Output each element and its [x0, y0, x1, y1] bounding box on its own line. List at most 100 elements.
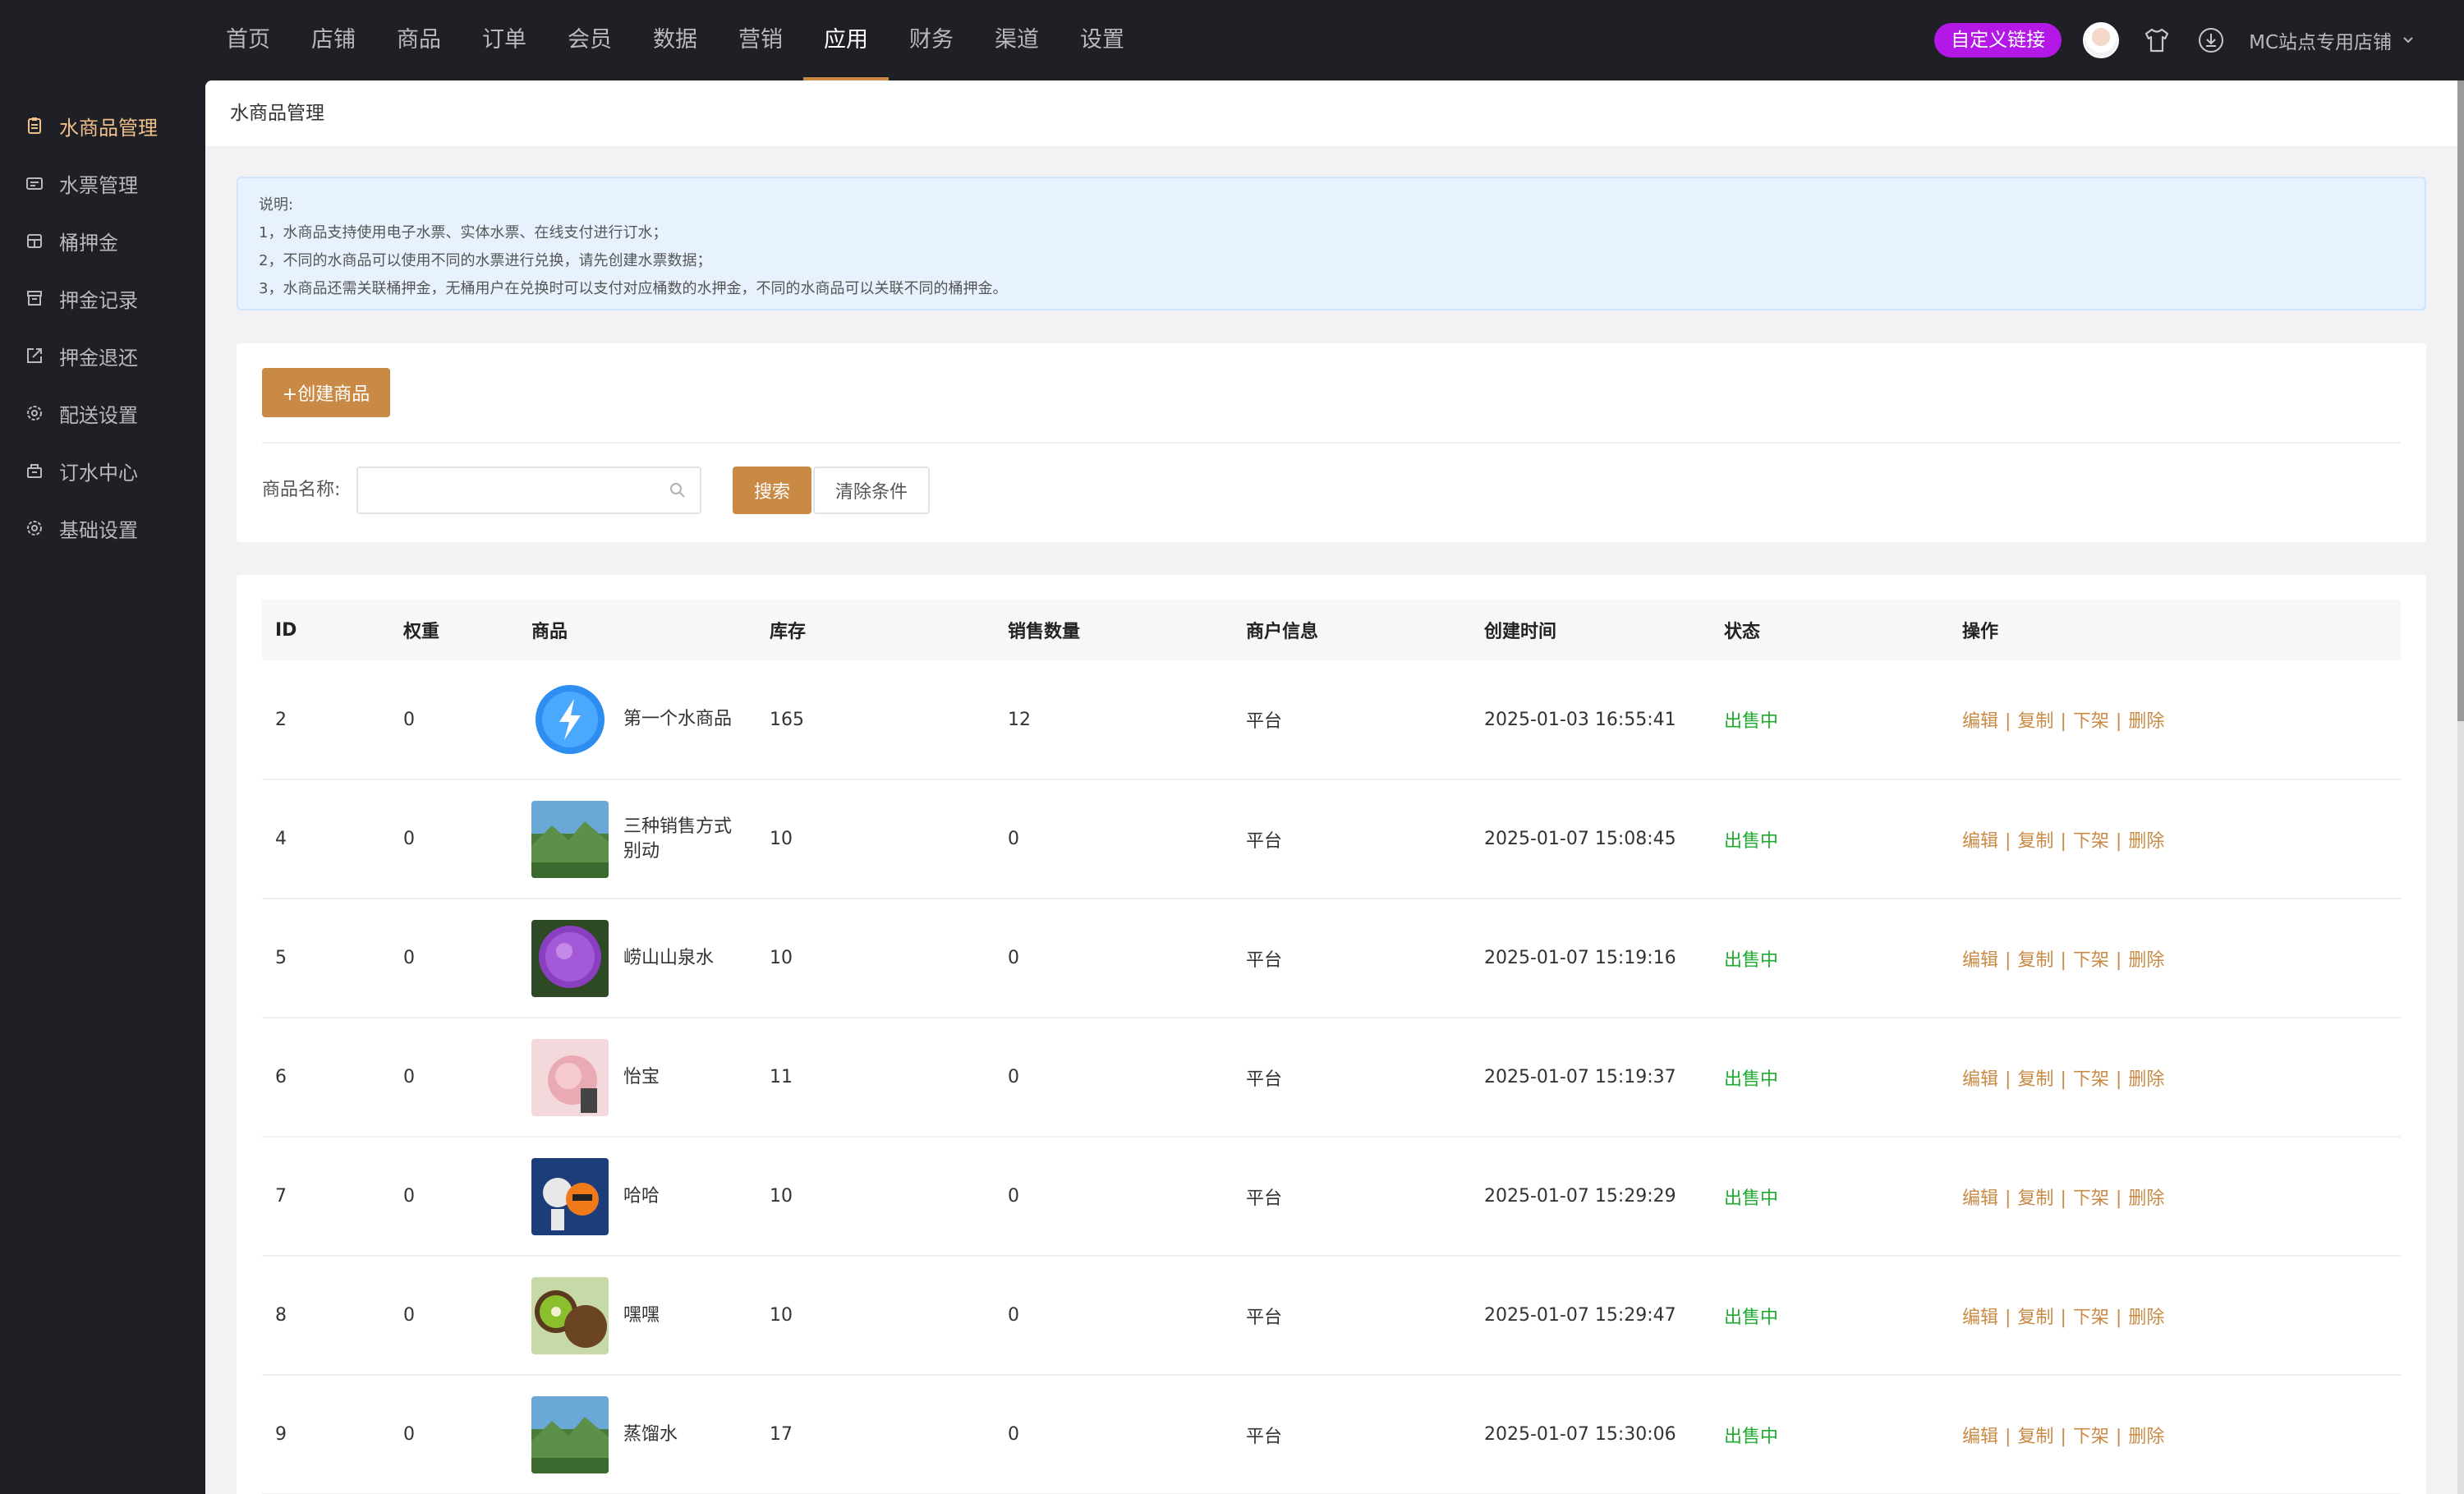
separator: |	[2115, 1069, 2122, 1090]
delete-link[interactable]: 删除	[2128, 1427, 2164, 1447]
notice-title: 说明:	[259, 196, 294, 214]
copy-link[interactable]: 复制	[2017, 1188, 2053, 1209]
sidebar-item-basic-settings[interactable]: 基础设置	[0, 499, 205, 557]
unlist-link[interactable]: 下架	[2073, 711, 2109, 732]
nav-channels[interactable]: 渠道	[974, 0, 1060, 80]
separator: |	[2005, 830, 2011, 852]
copy-link[interactable]: 复制	[2017, 831, 2053, 852]
page-title: 水商品管理	[205, 80, 2457, 146]
sidebar-item-deposit-records[interactable]: 押金记录	[0, 269, 205, 327]
product-thumbnail	[531, 681, 609, 758]
product-info: 怡宝	[531, 1038, 756, 1116]
unlist-link[interactable]: 下架	[2073, 1427, 2109, 1447]
download-icon[interactable]	[2195, 24, 2227, 57]
copy-link[interactable]: 复制	[2017, 1427, 2053, 1447]
cell-actions: 编辑 | 复制 | 下架 | 删除	[1949, 1375, 2401, 1494]
sidebar-item-bucket-deposit[interactable]: 桶押金	[0, 212, 205, 269]
edit-link[interactable]: 编辑	[1962, 1188, 1998, 1209]
copy-link[interactable]: 复制	[2017, 1308, 2053, 1328]
nav-settings[interactable]: 设置	[1060, 0, 1145, 80]
delete-link[interactable]: 删除	[2128, 950, 2164, 971]
create-product-button[interactable]: +创建商品	[262, 368, 390, 417]
cell-weight: 0	[390, 660, 518, 780]
nav-marketing[interactable]: 营销	[718, 0, 803, 80]
col-header-created: 创建时间	[1484, 622, 1557, 642]
separator: |	[2115, 1426, 2122, 1447]
search-input[interactable]	[358, 468, 654, 513]
search-button[interactable]: 搜索	[733, 467, 811, 514]
cell-merchant: 平台	[1233, 660, 1471, 780]
cell-created-time: 2025-01-07 15:29:47	[1471, 1256, 1711, 1376]
unlist-link[interactable]: 下架	[2073, 950, 2109, 971]
clear-filters-button[interactable]: 清除条件	[813, 467, 930, 514]
nav-apps[interactable]: 应用	[803, 0, 889, 80]
filter-panel: +创建商品 商品名称: 搜索 清除条件	[237, 343, 2426, 542]
table-panel: ID 权重 商品 库存 销售数量 商户信息 创建时间 状态 操作 2 0 第一个水商…	[237, 575, 2426, 1494]
cell-merchant: 平台	[1233, 779, 1471, 899]
delete-link[interactable]: 删除	[2128, 711, 2164, 732]
delete-link[interactable]: 删除	[2128, 1069, 2164, 1090]
sidebar-item-water-tickets[interactable]: 水票管理	[0, 154, 205, 212]
product-info: 哈哈	[531, 1157, 756, 1235]
separator: |	[2060, 1188, 2066, 1209]
edit-link[interactable]: 编辑	[1962, 950, 1998, 971]
nav-store[interactable]: 店铺	[291, 0, 376, 80]
status-badge: 出售中	[1711, 899, 1949, 1018]
bucket-icon	[25, 231, 44, 251]
separator: |	[2060, 1426, 2066, 1447]
col-header-status: 状态	[1724, 622, 1761, 642]
store-switcher[interactable]: MC站点专用店铺	[2249, 26, 2415, 54]
sidebar-item-order-center[interactable]: 订水中心	[0, 442, 205, 499]
nav-home[interactable]: 首页	[205, 0, 291, 80]
edit-link[interactable]: 编辑	[1962, 711, 1998, 732]
avatar[interactable]	[2083, 22, 2120, 58]
scrollbar-thumb[interactable]	[2457, 80, 2464, 721]
sidebar-item-deposit-refund[interactable]: 押金退还	[0, 327, 205, 384]
edit-link[interactable]: 编辑	[1962, 1069, 1998, 1090]
cell-weight: 0	[390, 1375, 518, 1494]
product-name: 哈哈	[623, 1185, 660, 1207]
unlist-link[interactable]: 下架	[2073, 1308, 2109, 1328]
cell-product: 崂山山泉水	[518, 899, 756, 1018]
cell-merchant: 平台	[1233, 1137, 1471, 1257]
page-scrollbar[interactable]	[2457, 80, 2464, 1494]
table-header-row: ID 权重 商品 库存 销售数量 商户信息 创建时间 状态 操作	[262, 600, 2401, 660]
edit-link[interactable]: 编辑	[1962, 1308, 1998, 1328]
shirt-icon[interactable]	[2140, 24, 2173, 57]
col-header-actions: 操作	[1962, 622, 1999, 642]
separator: |	[2115, 1307, 2122, 1328]
search-icon[interactable]	[669, 481, 687, 503]
copy-link[interactable]: 复制	[2017, 711, 2053, 732]
nav-orders[interactable]: 订单	[462, 0, 547, 80]
copy-link[interactable]: 复制	[2017, 950, 2053, 971]
unlist-link[interactable]: 下架	[2073, 1188, 2109, 1209]
sidebar: 水商品管理 水票管理 桶押金 押金记录 押金退还 配送设置 订水中心 基础设置	[0, 80, 205, 1494]
sidebar-item-label: 基础设置	[59, 518, 138, 542]
separator: |	[2060, 711, 2066, 732]
nav-data[interactable]: 数据	[632, 0, 718, 80]
copy-link[interactable]: 复制	[2017, 1069, 2053, 1090]
separator: |	[2060, 949, 2066, 971]
sidebar-item-delivery-settings[interactable]: 配送设置	[0, 384, 205, 442]
unlist-link[interactable]: 下架	[2073, 1069, 2109, 1090]
status-badge: 出售中	[1711, 660, 1949, 780]
cell-sales: 0	[995, 1137, 1233, 1257]
delete-link[interactable]: 删除	[2128, 1188, 2164, 1209]
edit-link[interactable]: 编辑	[1962, 831, 1998, 852]
record-icon	[25, 288, 44, 308]
sidebar-item-water-products[interactable]: 水商品管理	[0, 97, 205, 154]
notice-line: 3，水商品还需关联桶押金，无桶用户在兑换时可以支付对应桶数的水押金，不同的水商品…	[259, 280, 1008, 297]
edit-link[interactable]: 编辑	[1962, 1427, 1998, 1447]
product-thumbnail	[531, 1038, 609, 1116]
delete-link[interactable]: 删除	[2128, 831, 2164, 852]
nav-members[interactable]: 会员	[547, 0, 632, 80]
col-header-stock: 库存	[770, 622, 807, 642]
delete-link[interactable]: 删除	[2128, 1308, 2164, 1328]
product-thumbnail	[531, 1157, 609, 1235]
nav-finance[interactable]: 财务	[889, 0, 974, 80]
custom-link-button[interactable]: 自定义链接	[1934, 23, 2062, 57]
unlist-link[interactable]: 下架	[2073, 831, 2109, 852]
cell-weight: 0	[390, 899, 518, 1018]
status-badge: 出售中	[1711, 1256, 1949, 1376]
nav-products[interactable]: 商品	[376, 0, 462, 80]
